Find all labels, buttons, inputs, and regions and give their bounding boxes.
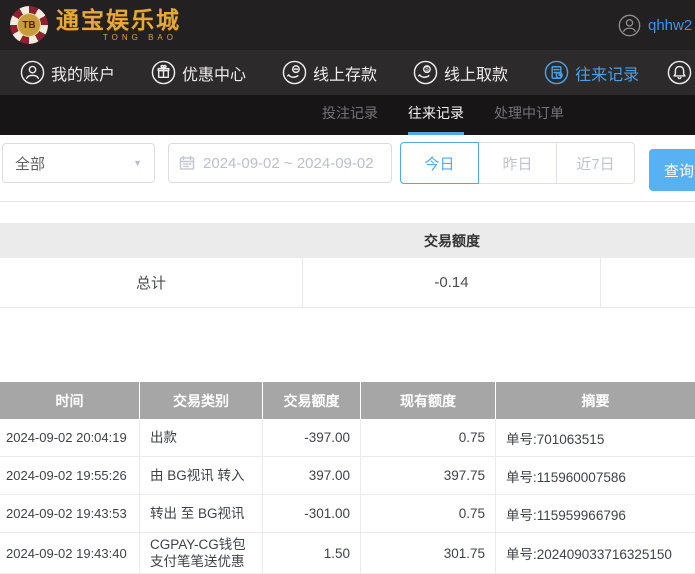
cell-summary: 单号:202409033716325150	[496, 533, 695, 573]
cell-type: 转出 至 BG视讯	[140, 495, 263, 532]
nav-label: 优惠中心	[182, 61, 246, 85]
query-button[interactable]: 查询	[649, 149, 695, 191]
table-header-row: 时间 交易类别 交易额度 现有额度 摘要	[0, 382, 695, 419]
header-amount: 交易额度	[263, 382, 361, 419]
cell-time: 2024-09-02 19:43:40	[0, 533, 140, 573]
cell-summary: 单号:701063515	[496, 419, 695, 456]
poker-chip-icon: TB	[10, 6, 48, 44]
date-range-value: 2024-09-02 ~ 2024-09-02	[203, 155, 374, 172]
cell-balance: 0.75	[361, 419, 496, 456]
cell-type: 由 BG视讯 转入	[140, 457, 263, 494]
type-select[interactable]: 全部 ▼	[2, 143, 155, 183]
last7days-button[interactable]: 近7日	[556, 142, 635, 184]
nav-item-withdraw[interactable]: $ 线上取款	[413, 60, 508, 85]
header-balance: 现有额度	[361, 382, 496, 419]
chevron-down-icon: ▼	[133, 158, 142, 168]
yesterday-button[interactable]: 昨日	[478, 142, 557, 184]
deposit-icon	[282, 60, 307, 85]
cell-type: CGPAY-CG钱包支付笔笔送优惠	[140, 533, 263, 573]
nav-label: 线上存款	[313, 61, 377, 85]
gift-icon	[151, 60, 176, 85]
table-row: 2024-09-02 19:43:53 转出 至 BG视讯 -301.00 0.…	[0, 495, 695, 533]
section-divider	[0, 201, 695, 202]
table-row: 2024-09-02 19:55:26 由 BG视讯 转入 397.00 397…	[0, 457, 695, 495]
site-logo[interactable]: TB 通宝娱乐城 TONG BAO	[10, 6, 181, 44]
logo-text: 通宝娱乐城 TONG BAO	[56, 8, 181, 42]
header-time: 时间	[0, 382, 140, 419]
table-row: 2024-09-02 20:04:19 出款 -397.00 0.75 单号:7…	[0, 419, 695, 457]
summary-total-spacer	[601, 258, 695, 307]
logo-tb-badge: TB	[17, 13, 41, 37]
content-area: 全部 ▼ 2024-09-02 ~ 2024-09-02 今日 昨日 近7日 查…	[0, 142, 695, 574]
header-summary: 摘要	[496, 382, 695, 419]
cell-balance: 301.75	[361, 533, 496, 573]
nav-item-messages[interactable]: 信息	[667, 60, 695, 85]
nav-label: 线上取款	[444, 61, 508, 85]
summary-total-value: -0.14	[303, 258, 601, 307]
summary-header-spacer	[601, 223, 695, 258]
cell-amount: 397.00	[263, 457, 361, 494]
records-icon	[544, 60, 569, 85]
summary-total-row: 总计 -0.14	[0, 258, 695, 308]
summary-header-row: 交易额度	[0, 223, 695, 258]
avatar-icon	[618, 14, 641, 37]
user-icon	[20, 60, 45, 85]
summary-header-amount: 交易额度	[303, 223, 601, 258]
user-account[interactable]: qhhw2	[618, 0, 692, 50]
type-select-value: 全部	[15, 153, 45, 174]
cell-time: 2024-09-02 19:55:26	[0, 457, 140, 494]
nav-item-deposit[interactable]: 线上存款	[282, 60, 377, 85]
main-navigation: 我的账户 优惠中心 线上存款 $ 线上取款 往来记录	[0, 50, 695, 95]
header-type: 交易类别	[140, 382, 263, 419]
summary-table: 交易额度 总计 -0.14	[0, 223, 695, 308]
tab-bet-records[interactable]: 投注记录	[322, 95, 378, 135]
cell-amount: -397.00	[263, 419, 361, 456]
withdraw-icon: $	[413, 60, 438, 85]
cell-type: 出款	[140, 419, 263, 456]
tab-pending-orders[interactable]: 处理中订单	[494, 95, 564, 135]
filter-row: 全部 ▼ 2024-09-02 ~ 2024-09-02 今日 昨日 近7日	[0, 142, 695, 184]
summary-header-spacer	[0, 223, 303, 258]
cell-time: 2024-09-02 19:43:53	[0, 495, 140, 532]
cell-amount: 1.50	[263, 533, 361, 573]
cell-summary: 单号:115960007586	[496, 457, 695, 494]
cell-time: 2024-09-02 20:04:19	[0, 419, 140, 456]
svg-text:$: $	[425, 66, 429, 73]
nav-item-records[interactable]: 往来记录	[544, 60, 639, 85]
cell-summary: 单号:115959966796	[496, 495, 695, 532]
nav-item-promotions[interactable]: 优惠中心	[151, 60, 246, 85]
quick-date-buttons: 今日 昨日 近7日	[400, 142, 635, 184]
transactions-table: 时间 交易类别 交易额度 现有额度 摘要 2024-09-02 20:04:19…	[0, 382, 695, 574]
tab-transaction-records[interactable]: 往来记录	[408, 95, 464, 135]
nav-label: 往来记录	[575, 61, 639, 85]
username-link[interactable]: qhhw2	[648, 17, 692, 34]
nav-item-my-account[interactable]: 我的账户	[20, 60, 115, 85]
summary-total-label: 总计	[0, 258, 303, 307]
nav-label: 我的账户	[51, 61, 115, 85]
cell-balance: 0.75	[361, 495, 496, 532]
table-row: 2024-09-02 19:43:40 CGPAY-CG钱包支付笔笔送优惠 1.…	[0, 533, 695, 574]
logo-subtitle: TONG BAO	[103, 33, 177, 42]
records-tabs: 投注记录 往来记录 处理中订单	[0, 95, 695, 135]
bell-icon	[667, 60, 692, 85]
topbar: TB 通宝娱乐城 TONG BAO qhhw2	[0, 0, 695, 50]
calendar-icon	[179, 155, 195, 171]
cell-amount: -301.00	[263, 495, 361, 532]
date-range-input[interactable]: 2024-09-02 ~ 2024-09-02	[168, 143, 392, 183]
today-button[interactable]: 今日	[400, 142, 479, 184]
cell-balance: 397.75	[361, 457, 496, 494]
logo-title: 通宝娱乐城	[56, 8, 181, 33]
